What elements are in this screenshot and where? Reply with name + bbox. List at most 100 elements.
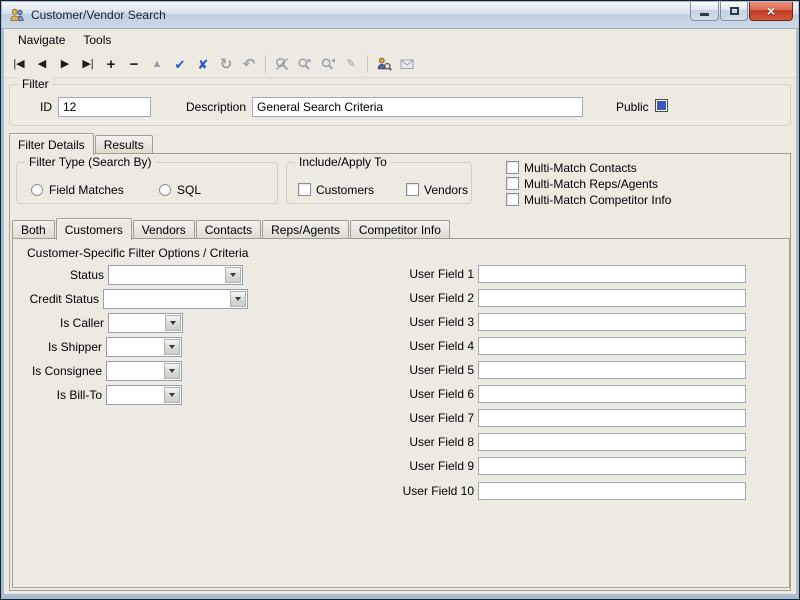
filter-type-title: Filter Type (Search By) [25,155,155,169]
public-label: Public [616,100,649,114]
subtab-contacts[interactable]: Contacts [196,220,261,239]
edit-record-button[interactable]: ▲ [146,53,168,75]
close-icon: × [767,4,775,18]
user-field-8-label: User Field 8 [368,435,474,449]
user-field-5-input[interactable] [478,361,746,379]
multi-match-contacts-label: Multi-Match Contacts [524,161,637,175]
sql-radio[interactable] [159,184,171,196]
user-field-8-input[interactable] [478,433,746,451]
toolbar-separator [265,55,266,73]
chevron-down-icon [170,321,176,325]
include-customers-checkbox[interactable] [298,183,311,196]
last-record-button[interactable]: ▶| [77,53,99,75]
is-shipper-label: Is Shipper [13,340,102,354]
multi-match-reps-label: Multi-Match Reps/Agents [524,177,658,191]
sql-label: SQL [177,183,201,197]
include-customers-label: Customers [316,183,374,197]
delete-record-button[interactable]: − [123,53,145,75]
send-email-button[interactable] [396,53,418,75]
menu-tools[interactable]: Tools [74,30,120,50]
subtab-reps-agents[interactable]: Reps/Agents [262,220,349,239]
tab-results[interactable]: Results [95,135,153,154]
window-title: Customer/Vendor Search [31,2,166,28]
dropdown-button[interactable] [225,267,241,283]
first-record-button[interactable]: |◀ [8,53,30,75]
check-icon: ✔ [175,58,186,71]
multi-match-reps-checkbox[interactable] [506,177,519,190]
status-combobox[interactable] [108,265,243,285]
filter-groupbox: Filter ID Description Public [9,84,791,126]
revert-button[interactable]: ↶ [238,53,260,75]
cancel-edit-button[interactable]: ✘ [192,53,214,75]
is-consignee-combobox[interactable] [106,361,182,381]
edit-criteria-button[interactable]: ✎ [340,53,362,75]
search-button[interactable] [271,53,293,75]
id-input[interactable] [58,97,151,117]
dropdown-button[interactable] [230,291,246,307]
multi-match-contacts-checkbox[interactable] [506,161,519,174]
insert-record-button[interactable]: + [100,53,122,75]
previous-record-button[interactable]: ◀ [31,53,53,75]
subtab-competitor-info[interactable]: Competitor Info [350,220,450,239]
subtab-customers[interactable]: Customers [56,218,132,240]
subtab-vendors[interactable]: Vendors [133,220,195,239]
maximize-button[interactable] [720,2,748,21]
user-field-1-label: User Field 1 [368,267,474,281]
multi-match-competitor-label: Multi-Match Competitor Info [524,193,671,207]
chevron-down-icon [169,369,175,373]
filter-type-groupbox: Filter Type (Search By) Field Matches SQ… [16,162,278,204]
filter-details-panel: Filter Type (Search By) Field Matches SQ… [9,153,791,591]
people-search-icon [376,56,392,72]
include-vendors-label: Vendors [424,183,468,197]
user-field-2-input[interactable] [478,289,746,307]
user-field-1-input[interactable] [478,265,746,283]
user-field-10-label: User Field 10 [368,484,474,498]
is-caller-combobox[interactable] [108,313,183,333]
is-bill-to-combobox[interactable] [106,385,182,405]
search-next-button[interactable] [294,53,316,75]
search-prev-icon [320,56,336,72]
user-field-2-label: User Field 2 [368,291,474,305]
is-shipper-combobox[interactable] [106,337,182,357]
minimize-icon [700,13,709,16]
tab-filter-details[interactable]: Filter Details [9,133,94,155]
user-field-9-input[interactable] [478,457,746,475]
search-prev-button[interactable] [317,53,339,75]
field-matches-radio[interactable] [31,184,43,196]
user-field-4-input[interactable] [478,337,746,355]
include-vendors-checkbox[interactable] [406,183,419,196]
filter-group-title: Filter [18,77,53,91]
dropdown-button[interactable] [165,315,181,331]
dropdown-button[interactable] [164,363,180,379]
menu-navigate[interactable]: Navigate [9,30,74,50]
multi-match-competitor-checkbox[interactable] [506,193,519,206]
subtab-both[interactable]: Both [12,220,55,239]
next-record-button[interactable]: ▶ [54,53,76,75]
public-checkbox[interactable] [655,99,668,112]
minimize-button[interactable] [690,2,719,21]
dropdown-button[interactable] [164,339,180,355]
user-field-7-input[interactable] [478,409,746,427]
post-edit-button[interactable]: ✔ [169,53,191,75]
client-area: Navigate Tools |◀ ◀ ▶ ▶| + − ▲ ✔ ✘ ↻ ↶ [4,29,796,594]
customers-panel: Customer-Specific Filter Options / Crite… [12,238,790,588]
description-input[interactable] [252,97,583,117]
user-field-3-input[interactable] [478,313,746,331]
user-field-10-input[interactable] [478,482,746,500]
mail-icon [399,56,415,72]
field-matches-label: Field Matches [49,183,124,197]
include-apply-title: Include/Apply To [295,155,391,169]
credit-status-label: Credit Status [13,292,99,306]
refresh-button[interactable]: ↻ [215,53,237,75]
user-field-6-input[interactable] [478,385,746,403]
title-bar[interactable]: Customer/Vendor Search × [2,2,798,29]
customer-panel-title: Customer-Specific Filter Options / Crite… [27,246,248,260]
contact-search-button[interactable] [373,53,395,75]
menu-bar: Navigate Tools [4,29,796,51]
dropdown-button[interactable] [164,387,180,403]
credit-status-combobox[interactable] [103,289,248,309]
people-icon [9,7,25,23]
refresh-icon: ↻ [220,57,233,72]
maximize-icon [730,7,739,15]
close-button[interactable]: × [749,2,793,21]
